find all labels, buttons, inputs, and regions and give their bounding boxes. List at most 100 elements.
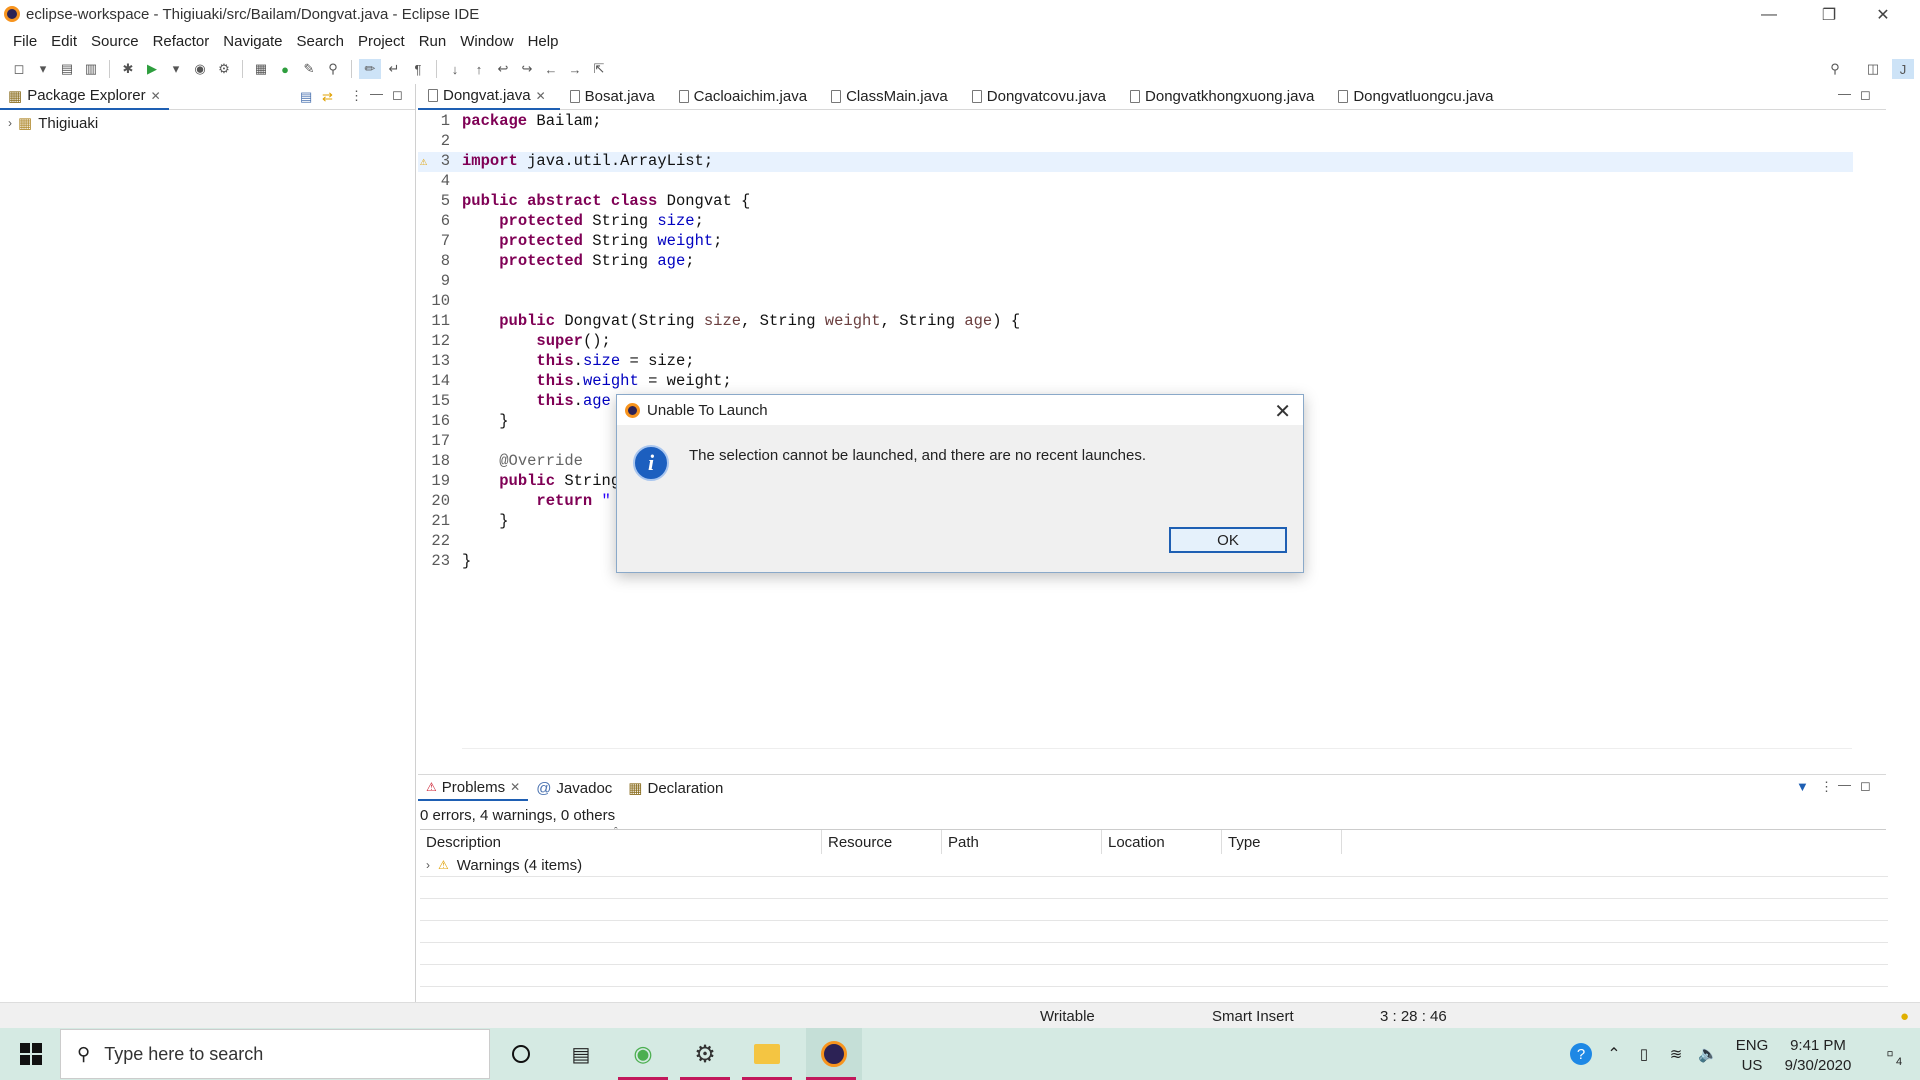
tab-javadoc[interactable]: @ Javadoc bbox=[528, 775, 620, 801]
maximize-view-icon[interactable]: ◻ bbox=[392, 87, 403, 103]
battery-icon[interactable]: ▯ bbox=[1628, 1028, 1660, 1080]
close-tab-icon[interactable]: ✕ bbox=[151, 89, 161, 103]
view-menu-icon[interactable]: ⋮ bbox=[350, 88, 363, 104]
show-whitespace-icon[interactable]: ¶ bbox=[407, 59, 429, 79]
run-icon[interactable]: ▶ bbox=[141, 59, 163, 79]
column-location[interactable]: Location bbox=[1102, 830, 1222, 854]
task-view-button[interactable]: ▤ bbox=[556, 1028, 606, 1080]
main-toolbar: ◻ ▾ ▤ ▥ ✱ ▶ ▾ ◉ ⚙ ▦ ● ✎ ⚲ ✏ ↵ ¶ ↓ ↑ ↩ ↪ … bbox=[0, 56, 1920, 82]
column-path[interactable]: Path bbox=[942, 830, 1102, 854]
view-menu-icon[interactable]: ⋮ bbox=[1820, 779, 1833, 795]
mark-occurrences-icon[interactable]: ✏ bbox=[359, 59, 381, 79]
menu-project[interactable]: Project bbox=[351, 30, 412, 54]
column-resource[interactable]: Resource bbox=[822, 830, 942, 854]
notification-center-button[interactable]: ▫ 4 bbox=[1866, 1028, 1914, 1080]
minimize-view-icon[interactable]: — bbox=[370, 86, 383, 101]
taskbar-search-box[interactable]: ⚲ Type here to search bbox=[60, 1029, 490, 1079]
dropdown-icon[interactable]: ▾ bbox=[165, 59, 187, 79]
project-tree-item[interactable]: › ▦ Thigiuaki bbox=[0, 112, 415, 134]
chevron-up-icon[interactable]: ⌃ bbox=[1600, 1028, 1628, 1080]
link-editor-icon[interactable]: ⇄ bbox=[322, 89, 333, 105]
restore-button[interactable]: ❐ bbox=[1806, 0, 1852, 30]
horizontal-scrollbar[interactable] bbox=[462, 748, 1852, 764]
taskbar-app-1[interactable]: ◉ bbox=[618, 1028, 668, 1080]
tab-dongvatkhongxuong[interactable]: Dongvatkhongxuong.java bbox=[1120, 84, 1328, 110]
open-perspective-icon[interactable]: ◫ bbox=[1862, 59, 1884, 79]
tip-icon[interactable]: ● bbox=[1900, 1008, 1909, 1025]
vertical-scrollbar[interactable] bbox=[1852, 112, 1870, 740]
menu-window[interactable]: Window bbox=[453, 30, 520, 54]
chevron-right-icon[interactable]: › bbox=[426, 858, 430, 872]
tab-problems[interactable]: ⚠ Problems ✕ bbox=[418, 775, 529, 801]
maximize-view-icon[interactable]: ◻ bbox=[1860, 778, 1871, 794]
table-row[interactable]: › ⚠ Warnings (4 items) bbox=[420, 854, 822, 876]
previous-annotation-icon[interactable]: ↑ bbox=[468, 59, 490, 79]
package-explorer-icon: ▦ bbox=[8, 87, 23, 105]
menu-search[interactable]: Search bbox=[289, 30, 351, 54]
column-type[interactable]: Type bbox=[1222, 830, 1342, 854]
ok-button[interactable]: OK bbox=[1169, 527, 1287, 553]
coverage-icon[interactable]: ◉ bbox=[189, 59, 211, 79]
close-window-button[interactable]: ✕ bbox=[1860, 0, 1906, 30]
tab-bosat[interactable]: Bosat.java bbox=[560, 84, 669, 110]
tab-cacloaichim[interactable]: Cacloaichim.java bbox=[669, 84, 821, 110]
minimize-view-icon[interactable]: — bbox=[1838, 777, 1851, 792]
tab-package-explorer[interactable]: ▦ Package Explorer ✕ bbox=[0, 83, 169, 110]
start-button[interactable] bbox=[6, 1028, 56, 1080]
maximize-editor-icon[interactable]: ◻ bbox=[1860, 87, 1871, 103]
back-icon[interactable]: ↩ bbox=[492, 59, 514, 79]
next-annotation-icon[interactable]: ↓ bbox=[444, 59, 466, 79]
external-tools-icon[interactable]: ⚙ bbox=[213, 59, 235, 79]
java-perspective-icon[interactable]: J bbox=[1892, 59, 1914, 79]
nav-back-icon[interactable]: ← bbox=[540, 59, 562, 79]
tab-dongvatluongcu[interactable]: Dongvatluongcu.java bbox=[1328, 84, 1507, 110]
help-tray-icon[interactable]: ? bbox=[1562, 1028, 1600, 1080]
taskbar-settings[interactable]: ⚙ bbox=[680, 1028, 730, 1080]
tab-dongvatcovu[interactable]: Dongvatcovu.java bbox=[962, 84, 1120, 110]
open-type-icon[interactable]: ✎ bbox=[298, 59, 320, 79]
forward-icon[interactable]: ↪ bbox=[516, 59, 538, 79]
search-tool-icon[interactable]: ⚲ bbox=[322, 59, 344, 79]
wifi-icon[interactable]: ≋ bbox=[1660, 1028, 1692, 1080]
tab-declaration[interactable]: ▦ Declaration bbox=[620, 775, 731, 801]
collapse-all-icon[interactable]: ▤ bbox=[300, 89, 312, 105]
search-icon[interactable]: ⚲ bbox=[1824, 59, 1846, 79]
column-description[interactable]: Description bbox=[420, 830, 822, 854]
new-java-class-icon[interactable]: ● bbox=[274, 59, 296, 79]
save-icon[interactable]: ▤ bbox=[56, 59, 78, 79]
minimize-editor-icon[interactable]: — bbox=[1838, 86, 1851, 101]
volume-icon[interactable]: 🔈 bbox=[1692, 1028, 1724, 1080]
clock[interactable]: 9:41 PM 9/30/2020 bbox=[1776, 1036, 1860, 1076]
menu-refactor[interactable]: Refactor bbox=[146, 30, 217, 54]
save-all-icon[interactable]: ▥ bbox=[80, 59, 102, 79]
close-tab-icon[interactable]: ✕ bbox=[510, 780, 520, 794]
menu-file[interactable]: File bbox=[6, 30, 44, 54]
debug-icon[interactable]: ✱ bbox=[117, 59, 139, 79]
menu-source[interactable]: Source bbox=[84, 30, 146, 54]
window-title: eclipse-workspace - Thigiuaki/src/Bailam… bbox=[26, 6, 480, 23]
cortana-button[interactable] bbox=[496, 1028, 546, 1080]
pin-editor-icon[interactable]: ⇱ bbox=[588, 59, 610, 79]
taskbar-eclipse[interactable] bbox=[806, 1028, 862, 1080]
tab-classmain[interactable]: ClassMain.java bbox=[821, 84, 962, 110]
chevron-right-icon[interactable]: › bbox=[8, 116, 12, 130]
minimize-button[interactable]: — bbox=[1746, 0, 1792, 30]
menu-navigate[interactable]: Navigate bbox=[216, 30, 289, 54]
dropdown-icon[interactable]: ▾ bbox=[32, 59, 54, 79]
menu-help[interactable]: Help bbox=[521, 30, 566, 54]
language-indicator[interactable]: ENG US bbox=[1730, 1036, 1774, 1076]
new-icon[interactable]: ◻ bbox=[8, 59, 30, 79]
menu-edit[interactable]: Edit bbox=[44, 30, 84, 54]
filter-icon[interactable]: ▼ bbox=[1796, 779, 1809, 794]
close-tab-icon[interactable]: ✕ bbox=[536, 89, 546, 103]
dialog-close-button[interactable]: ✕ bbox=[1274, 399, 1291, 424]
new-java-package-icon[interactable]: ▦ bbox=[250, 59, 272, 79]
menu-run[interactable]: Run bbox=[412, 30, 454, 54]
taskbar-file-explorer[interactable] bbox=[742, 1028, 792, 1080]
nav-forward-icon[interactable]: → bbox=[564, 59, 586, 79]
lang-label: ENG bbox=[1735, 1037, 1769, 1054]
word-wrap-icon[interactable]: ↵ bbox=[383, 59, 405, 79]
java-file-icon bbox=[1130, 90, 1141, 103]
tab-dongvat[interactable]: Dongvat.java ✕ bbox=[418, 83, 560, 110]
windows-taskbar: ⚲ Type here to search ▤ ◉ ⚙ ? ⌃ ▯ ≋ 🔈 EN… bbox=[0, 1028, 1920, 1080]
